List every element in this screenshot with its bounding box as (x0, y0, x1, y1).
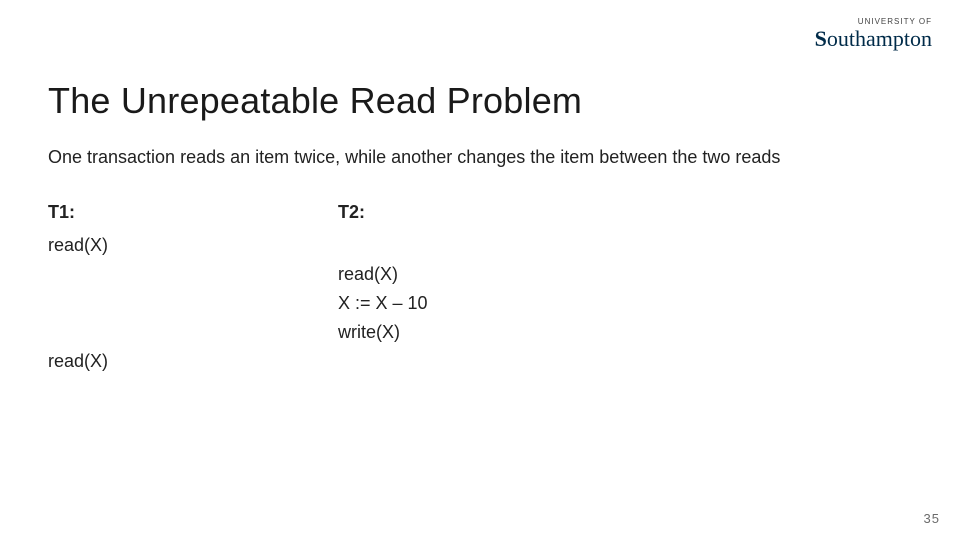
table-header-row: T1: T2: (48, 198, 628, 231)
cell-t1 (48, 260, 338, 289)
col-header-t1: T1: (48, 198, 338, 231)
logo-top-text: UNIVERSITY OF (815, 18, 932, 26)
desc-line-2: reads (735, 147, 780, 167)
col-header-t2: T2: (338, 198, 628, 231)
page-number: 35 (924, 511, 940, 526)
slide-title: The Unrepeatable Read Problem (48, 80, 582, 122)
cell-t2 (338, 347, 628, 376)
table-row: X := X – 10 (48, 289, 628, 318)
cell-t2: read(X) (338, 260, 628, 289)
cell-t1 (48, 289, 338, 318)
cell-t2: X := X – 10 (338, 289, 628, 318)
slide: UNIVERSITY OF Southampton The Unrepeatab… (0, 0, 960, 540)
logo-name: Southampton (815, 28, 932, 50)
cell-t1: read(X) (48, 231, 338, 260)
cell-t2 (338, 231, 628, 260)
university-logo: UNIVERSITY OF Southampton (815, 18, 932, 50)
table-row: read(X) (48, 347, 628, 376)
slide-description: One transaction reads an item twice, whi… (48, 146, 900, 169)
cell-t1: read(X) (48, 347, 338, 376)
cell-t2: write(X) (338, 318, 628, 347)
cell-t1 (48, 318, 338, 347)
table-row: write(X) (48, 318, 628, 347)
table-row: read(X) (48, 231, 628, 260)
table-row: read(X) (48, 260, 628, 289)
desc-line-1: One transaction reads an item twice, whi… (48, 147, 730, 167)
transaction-table: T1: T2: read(X) read(X) X := X – 10 writ… (48, 198, 628, 376)
